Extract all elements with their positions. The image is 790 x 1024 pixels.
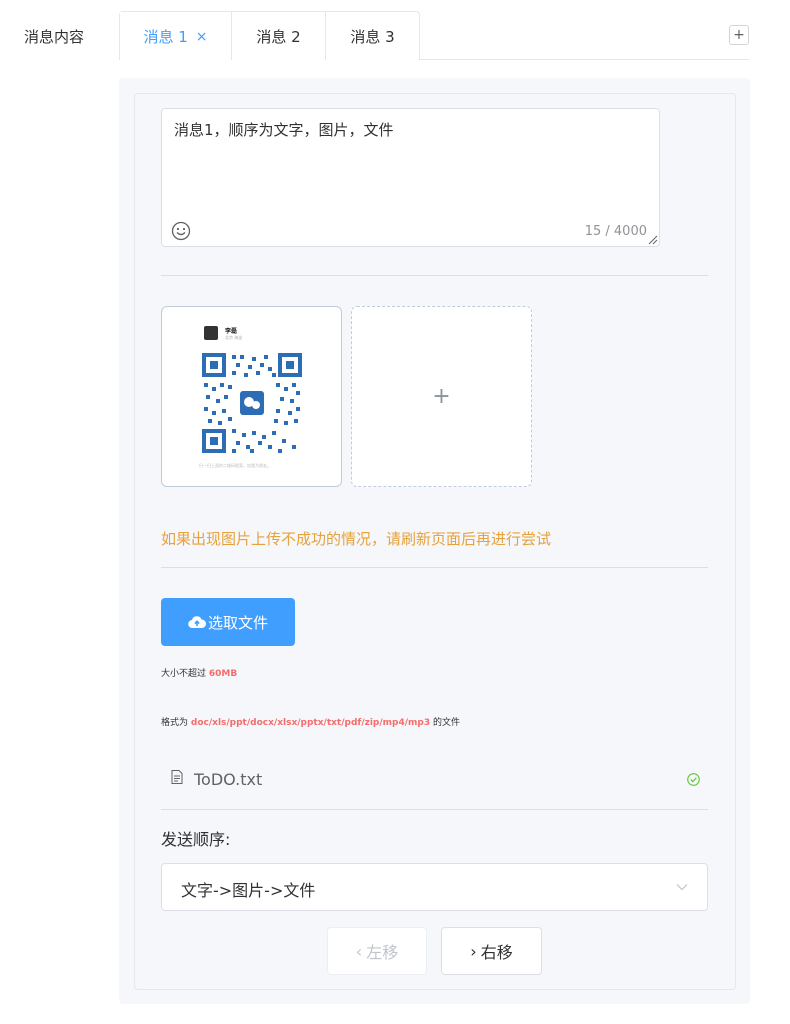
check-circle-icon (687, 773, 700, 786)
format-list: doc/xls/ppt/docx/xlsx/pptx/txt/pdf/zip/m… (190, 718, 431, 728)
tab-label: 消息 3 (350, 27, 395, 46)
divider (161, 275, 708, 276)
divider (161, 809, 708, 810)
message-text: 消息1，顺序为文字，图片，文件 (174, 121, 394, 139)
move-right-label: 右移 (480, 943, 513, 962)
size-limit: 60MB (208, 669, 238, 679)
format-tip-suffix: 的文件 (432, 718, 460, 728)
word-count: 15 / 4000 (584, 224, 647, 239)
qr-caption: 扫一扫上面的二维码图案，加我为朋友。 (199, 463, 271, 468)
tab-label: 消息 1 (143, 28, 188, 46)
close-icon[interactable]: × (196, 29, 208, 45)
tabs-nav: 消息 1 × 消息 2 消息 3 (119, 11, 420, 61)
divider (161, 567, 708, 568)
message-content-label: 消息内容 (24, 28, 85, 46)
emoji-icon[interactable] (171, 221, 191, 241)
cloud-upload-icon (188, 616, 206, 629)
message-textarea[interactable]: 消息1，顺序为文字，图片，文件 15 / 4000 (161, 108, 660, 247)
message-tabs: 消息 1 × 消息 2 消息 3 + (119, 11, 749, 61)
chevron-left-icon: ‹ (355, 941, 363, 961)
qr-subtitle: 北京 海淀 (225, 335, 243, 340)
uploaded-file-item[interactable]: ToDO.txt (161, 762, 708, 798)
qr-name: 李磊 (225, 328, 238, 335)
uploaded-image-card[interactable]: 李磊 北京 海淀 扫一扫上面的二维码图案，加我为朋友。 (161, 306, 342, 487)
add-image-button[interactable]: + (351, 306, 532, 487)
chevron-down-icon (676, 884, 688, 891)
resize-handle-icon[interactable] (648, 235, 658, 245)
tab-message-2[interactable]: 消息 2 (231, 12, 325, 60)
send-order-label: 发送顺序: (161, 830, 231, 849)
select-file-button[interactable]: 选取文件 (161, 598, 295, 646)
avatar (204, 326, 218, 340)
send-order-select[interactable]: 文字->图片->文件 (161, 863, 708, 911)
file-name: ToDO.txt (194, 770, 263, 789)
document-icon (171, 770, 183, 784)
chevron-right-icon: › (470, 941, 477, 961)
move-left-label: 左移 (366, 943, 399, 962)
select-file-label: 选取文件 (207, 613, 268, 632)
tab-message-1[interactable]: 消息 1 × (120, 12, 231, 61)
qr-code-icon (202, 353, 302, 453)
upload-warning-text: 如果出现图片上传不成功的情况，请刷新页面后再进行尝试 (161, 530, 552, 548)
tab-message-3[interactable]: 消息 3 (325, 12, 419, 60)
size-tip-text: 大小不超过 (161, 669, 207, 679)
move-right-button[interactable]: › 右移 (441, 927, 542, 975)
format-tip: 格式为 doc/xls/ppt/docx/xlsx/pptx/txt/pdf/z… (161, 715, 460, 728)
tab-label: 消息 2 (256, 27, 301, 46)
move-left-button[interactable]: ‹ 左移 (327, 927, 427, 975)
size-tip: 大小不超过 60MB (161, 666, 237, 679)
qr-code-image: 李磊 北京 海淀 扫一扫上面的二维码图案，加我为朋友。 (185, 307, 319, 486)
format-tip-text: 格式为 (161, 718, 189, 728)
send-order-value: 文字->图片->文件 (181, 881, 316, 900)
add-tab-button[interactable]: + (729, 25, 749, 45)
